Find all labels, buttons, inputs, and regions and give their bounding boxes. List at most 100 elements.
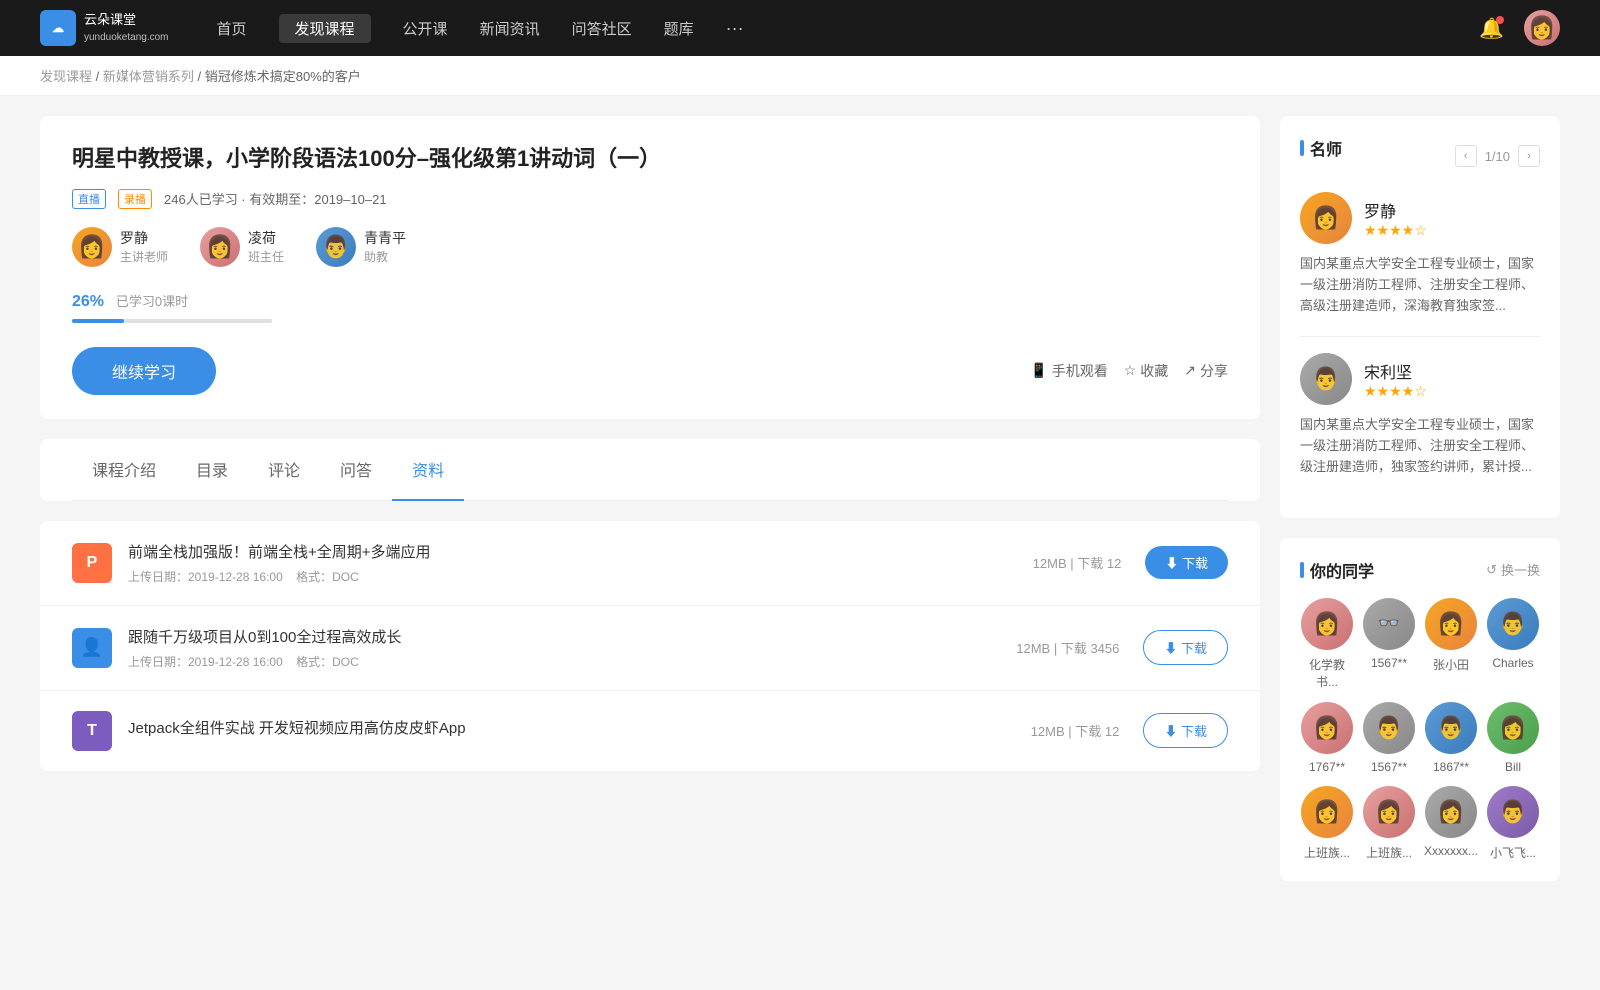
classmate-8-name: Bill bbox=[1505, 760, 1521, 774]
teacher-card-1-avatar: 👩 bbox=[1300, 192, 1352, 244]
continue-button[interactable]: 继续学习 bbox=[72, 347, 216, 395]
navbar: ☁ 云朵课堂yunduoketang.com 首页 发现课程 公开课 新闻资讯 … bbox=[0, 0, 1600, 56]
teacher-2-avatar-icon: 👨 bbox=[1300, 353, 1352, 405]
classmate-7-avatar: 👨 bbox=[1425, 702, 1477, 754]
download-button-1[interactable]: ⬇ 下载 bbox=[1145, 546, 1228, 579]
classmates-grid: 👩 化学教书... 👓 1567** 👩 张小田 👨 Charles 👩 bbox=[1300, 598, 1540, 861]
nav-discover[interactable]: 发现课程 bbox=[279, 14, 371, 43]
classmate-7-name: 1867** bbox=[1433, 760, 1469, 774]
action-mobile[interactable]: 📱 手机观看 bbox=[1030, 361, 1107, 381]
action-share[interactable]: ↗ 分享 bbox=[1184, 361, 1228, 381]
tab-qa[interactable]: 问答 bbox=[320, 439, 392, 501]
breadcrumb-item-1[interactable]: 发现课程 bbox=[40, 69, 92, 84]
logo-icon: ☁ bbox=[40, 10, 76, 46]
classmate-12-name: 小飞飞... bbox=[1490, 844, 1536, 861]
teachers-prev-btn[interactable]: ‹ bbox=[1455, 145, 1477, 167]
classmate-2[interactable]: 👓 1567** bbox=[1362, 598, 1416, 690]
logo-text: 云朵课堂yunduoketang.com bbox=[84, 12, 169, 44]
classmate-11[interactable]: 👩 Xxxxxxx... bbox=[1424, 786, 1478, 861]
classmate-5[interactable]: 👩 1767** bbox=[1300, 702, 1354, 774]
classmate-6-name: 1567** bbox=[1371, 760, 1407, 774]
teachers-next-btn[interactable]: › bbox=[1518, 145, 1540, 167]
teachers-page: 1/10 bbox=[1485, 149, 1510, 164]
nav-more[interactable]: ··· bbox=[726, 14, 744, 43]
course-stats: 246人已学习 · 有效期至：2019–10–21 bbox=[164, 189, 387, 208]
breadcrumb-item-3: 销冠修炼术搞定80%的客户 bbox=[205, 69, 361, 84]
main-content: 明星中教授课，小学阶段语法100分–强化级第1讲动词（一） 直播 录播 246人… bbox=[40, 116, 1260, 901]
nav-home[interactable]: 首页 bbox=[217, 14, 247, 43]
tab-review[interactable]: 评论 bbox=[248, 439, 320, 501]
teacher-1-avatar-icon: 👩 bbox=[1300, 192, 1352, 244]
resource-2-info: 跟随千万级项目从0到100全过程高效成长 上传日期：2019-12-28 16:… bbox=[128, 626, 1016, 670]
classmate-10[interactable]: 👩 上班族... bbox=[1362, 786, 1416, 861]
tabs-row: 课程介绍 目录 评论 问答 资料 bbox=[72, 439, 1228, 501]
teacher-card-1-nameblock: 罗静 ★★★★☆ bbox=[1364, 198, 1427, 239]
breadcrumb-item-2[interactable]: 新媒体营销系列 bbox=[103, 69, 194, 84]
share-icon: ↗ bbox=[1184, 362, 1196, 379]
resource-3-icon: T bbox=[72, 711, 112, 751]
collect-label: 收藏 bbox=[1140, 361, 1168, 381]
resource-3-stats: 12MB | 下载 12 bbox=[1031, 721, 1120, 740]
resource-2-title: 跟随千万级项目从0到100全过程高效成长 bbox=[128, 626, 1016, 647]
tab-catalog[interactable]: 目录 bbox=[176, 439, 248, 501]
classmate-4-avatar: 👨 bbox=[1487, 598, 1539, 650]
classmate-5-avatar: 👩 bbox=[1301, 702, 1353, 754]
share-label: 分享 bbox=[1200, 361, 1228, 381]
logo[interactable]: ☁ 云朵课堂yunduoketang.com bbox=[40, 10, 169, 46]
classmate-4[interactable]: 👨 Charles bbox=[1486, 598, 1540, 690]
mobile-icon: 📱 bbox=[1030, 362, 1047, 379]
resource-3-info: Jetpack全组件实战 开发短视频应用高仿皮皮虾App bbox=[128, 717, 1031, 744]
classmate-1[interactable]: 👩 化学教书... bbox=[1300, 598, 1354, 690]
classmate-8-avatar: 👩 bbox=[1487, 702, 1539, 754]
badge-live: 直播 bbox=[72, 189, 106, 209]
classmate-8[interactable]: 👩 Bill bbox=[1486, 702, 1540, 774]
main-layout: 明星中教授课，小学阶段语法100分–强化级第1讲动词（一） 直播 录播 246人… bbox=[0, 96, 1600, 921]
resource-item-1: P 前端全栈加强版！前端全栈+全周期+多端应用 上传日期：2019-12-28 … bbox=[40, 521, 1260, 606]
teacher-card-1-header: 👩 罗静 ★★★★☆ bbox=[1300, 192, 1540, 244]
nav-exam[interactable]: 题库 bbox=[664, 14, 694, 43]
teacher-card-2-name: 宋利坚 bbox=[1364, 359, 1427, 383]
teacher-1: 👩 罗静 主讲老师 bbox=[72, 227, 168, 267]
progress-bar-bg bbox=[72, 319, 272, 323]
nav-open[interactable]: 公开课 bbox=[403, 14, 448, 43]
action-collect[interactable]: ☆ 收藏 bbox=[1124, 361, 1169, 381]
classmate-9-avatar: 👩 bbox=[1301, 786, 1353, 838]
tab-resources[interactable]: 资料 bbox=[392, 439, 464, 501]
teacher-card-2: 👨 宋利坚 ★★★★☆ 国内某重点大学安全工程专业硕士，国家一级注册消防工程师、… bbox=[1300, 353, 1540, 477]
course-card: 明星中教授课，小学阶段语法100分–强化级第1讲动词（一） 直播 录播 246人… bbox=[40, 116, 1260, 419]
refresh-button[interactable]: ↺ 换一换 bbox=[1486, 560, 1540, 579]
tab-intro[interactable]: 课程介绍 bbox=[72, 439, 176, 501]
progress-sub: 已学习0课时 bbox=[116, 291, 188, 310]
nav-qa[interactable]: 问答社区 bbox=[572, 14, 632, 43]
teacher-3: 👨 青青平 助教 bbox=[316, 227, 406, 267]
resource-2-icon: 👤 bbox=[72, 628, 112, 668]
classmate-6[interactable]: 👨 1567** bbox=[1362, 702, 1416, 774]
classmate-9[interactable]: 👩 上班族... bbox=[1300, 786, 1354, 861]
teacher-2: 👩 凌荷 班主任 bbox=[200, 227, 284, 267]
resource-2-meta: 上传日期：2019-12-28 16:00 格式：DOC bbox=[128, 653, 1016, 670]
progress-label: 26% bbox=[72, 293, 104, 310]
teacher-1-role: 主讲老师 bbox=[120, 248, 168, 265]
resource-item-2: 👤 跟随千万级项目从0到100全过程高效成长 上传日期：2019-12-28 1… bbox=[40, 606, 1260, 691]
teacher-3-info: 青青平 助教 bbox=[364, 228, 406, 265]
classmate-7[interactable]: 👨 1867** bbox=[1424, 702, 1478, 774]
download-button-3[interactable]: ⬇ 下载 bbox=[1143, 713, 1228, 748]
classmate-3[interactable]: 👩 张小田 bbox=[1424, 598, 1478, 690]
resource-2-stats: 12MB | 下载 3456 bbox=[1016, 638, 1119, 657]
nav-news[interactable]: 新闻资讯 bbox=[480, 14, 540, 43]
tabs-card: 课程介绍 目录 评论 问答 资料 bbox=[40, 439, 1260, 501]
bell-icon[interactable]: 🔔 bbox=[1479, 16, 1504, 41]
classmates-header: 你的同学 ↺ 换一换 bbox=[1300, 558, 1540, 582]
teacher-2-role: 班主任 bbox=[248, 248, 284, 265]
classmate-1-avatar: 👩 bbox=[1301, 598, 1353, 650]
teacher-card-2-stars: ★★★★☆ bbox=[1364, 383, 1427, 400]
classmate-6-avatar: 👨 bbox=[1363, 702, 1415, 754]
course-meta: 直播 录播 246人已学习 · 有效期至：2019–10–21 bbox=[72, 189, 1228, 209]
user-avatar[interactable]: 👩 bbox=[1524, 10, 1560, 46]
classmate-12[interactable]: 👨 小飞飞... bbox=[1486, 786, 1540, 861]
download-button-2[interactable]: ⬇ 下载 bbox=[1143, 630, 1228, 665]
teacher-card-2-nameblock: 宋利坚 ★★★★☆ bbox=[1364, 359, 1427, 400]
classmate-2-avatar: 👓 bbox=[1363, 598, 1415, 650]
resource-item-3: T Jetpack全组件实战 开发短视频应用高仿皮皮虾App 12MB | 下载… bbox=[40, 691, 1260, 771]
action-links: 📱 手机观看 ☆ 收藏 ↗ 分享 bbox=[1030, 361, 1228, 381]
